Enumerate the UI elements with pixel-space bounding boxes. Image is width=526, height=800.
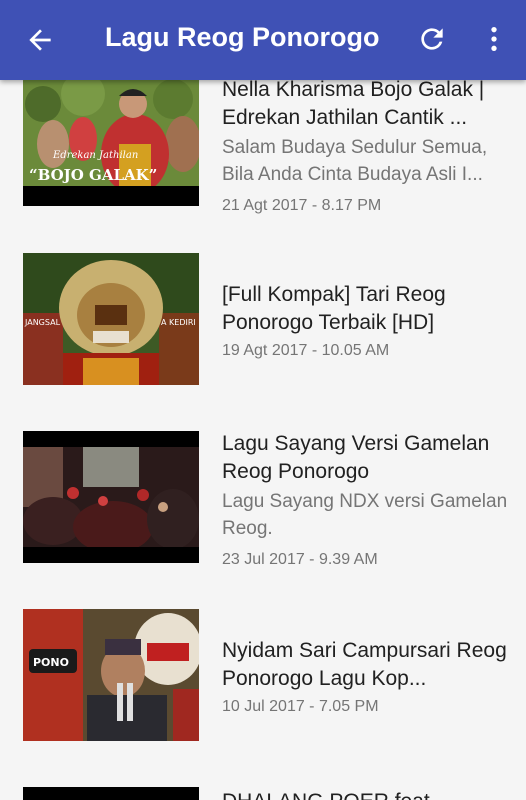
video-list-item[interactable]: DHALANG POER feat [0, 774, 526, 800]
video-thumbnail[interactable]: PONO [23, 609, 199, 741]
thumb-caption-small: Edrekan Jathilan [52, 150, 138, 161]
video-thumbnail[interactable]: Edrekan Jathilan “BOJO GALAK” [23, 74, 199, 206]
arrow-back-icon[interactable] [24, 24, 56, 56]
thumb-text-right: A KEDIRI [161, 318, 196, 327]
app-bar: Lagu Reog Ponorogo [0, 0, 526, 80]
video-title: [Full Kompak] Tari Reog Ponorogo Terbaik… [222, 283, 446, 334]
thumb-text-left: JANGSAL [24, 318, 61, 327]
video-title: Nella Kharisma Bojo Galak | Edrekan Jath… [222, 78, 485, 129]
more-vert-icon[interactable] [478, 22, 510, 56]
video-title: Nyidam Sari Campursari Reog Ponorogo Lag… [222, 639, 507, 690]
thumb-text: PONO [33, 656, 69, 669]
refresh-icon[interactable] [416, 23, 448, 55]
video-date: 21 Agt 2017 - 8.17 PM [222, 197, 382, 214]
video-thumbnail[interactable] [23, 787, 199, 800]
video-list-item[interactable]: Lagu Sayang Versi Gamelan Reog Ponorogo … [0, 418, 526, 578]
video-title: Lagu Sayang Versi Gamelan Reog Ponorogo [222, 432, 490, 483]
video-list-item[interactable]: JANGSAL A KEDIRI [Full Kompak] Tari Reog… [0, 240, 526, 400]
thumb-caption-big: “BOJO GALAK” [29, 166, 157, 184]
video-date: 23 Jul 2017 - 9.39 AM [222, 551, 378, 568]
video-list-item[interactable]: Edrekan Jathilan “BOJO GALAK” Nella Khar… [0, 66, 526, 216]
video-date: 10 Jul 2017 - 7.05 PM [222, 698, 379, 715]
video-description: Salam Budaya Sedulur Semua, Bila Anda Ci… [222, 137, 488, 185]
video-title: DHALANG POER feat [222, 788, 512, 800]
video-date: 19 Agt 2017 - 10.05 AM [222, 342, 390, 359]
video-thumbnail[interactable]: JANGSAL A KEDIRI [23, 253, 199, 385]
video-description: Lagu Sayang NDX versi Gamelan Reog. [222, 491, 508, 539]
video-thumbnail[interactable] [23, 431, 199, 563]
video-list-item[interactable]: PONO Nyidam Sari Campursari Reog Ponorog… [0, 596, 526, 756]
page-title: Lagu Reog Ponorogo [105, 22, 380, 52]
video-list: Edrekan Jathilan “BOJO GALAK” Nella Khar… [0, 0, 526, 800]
